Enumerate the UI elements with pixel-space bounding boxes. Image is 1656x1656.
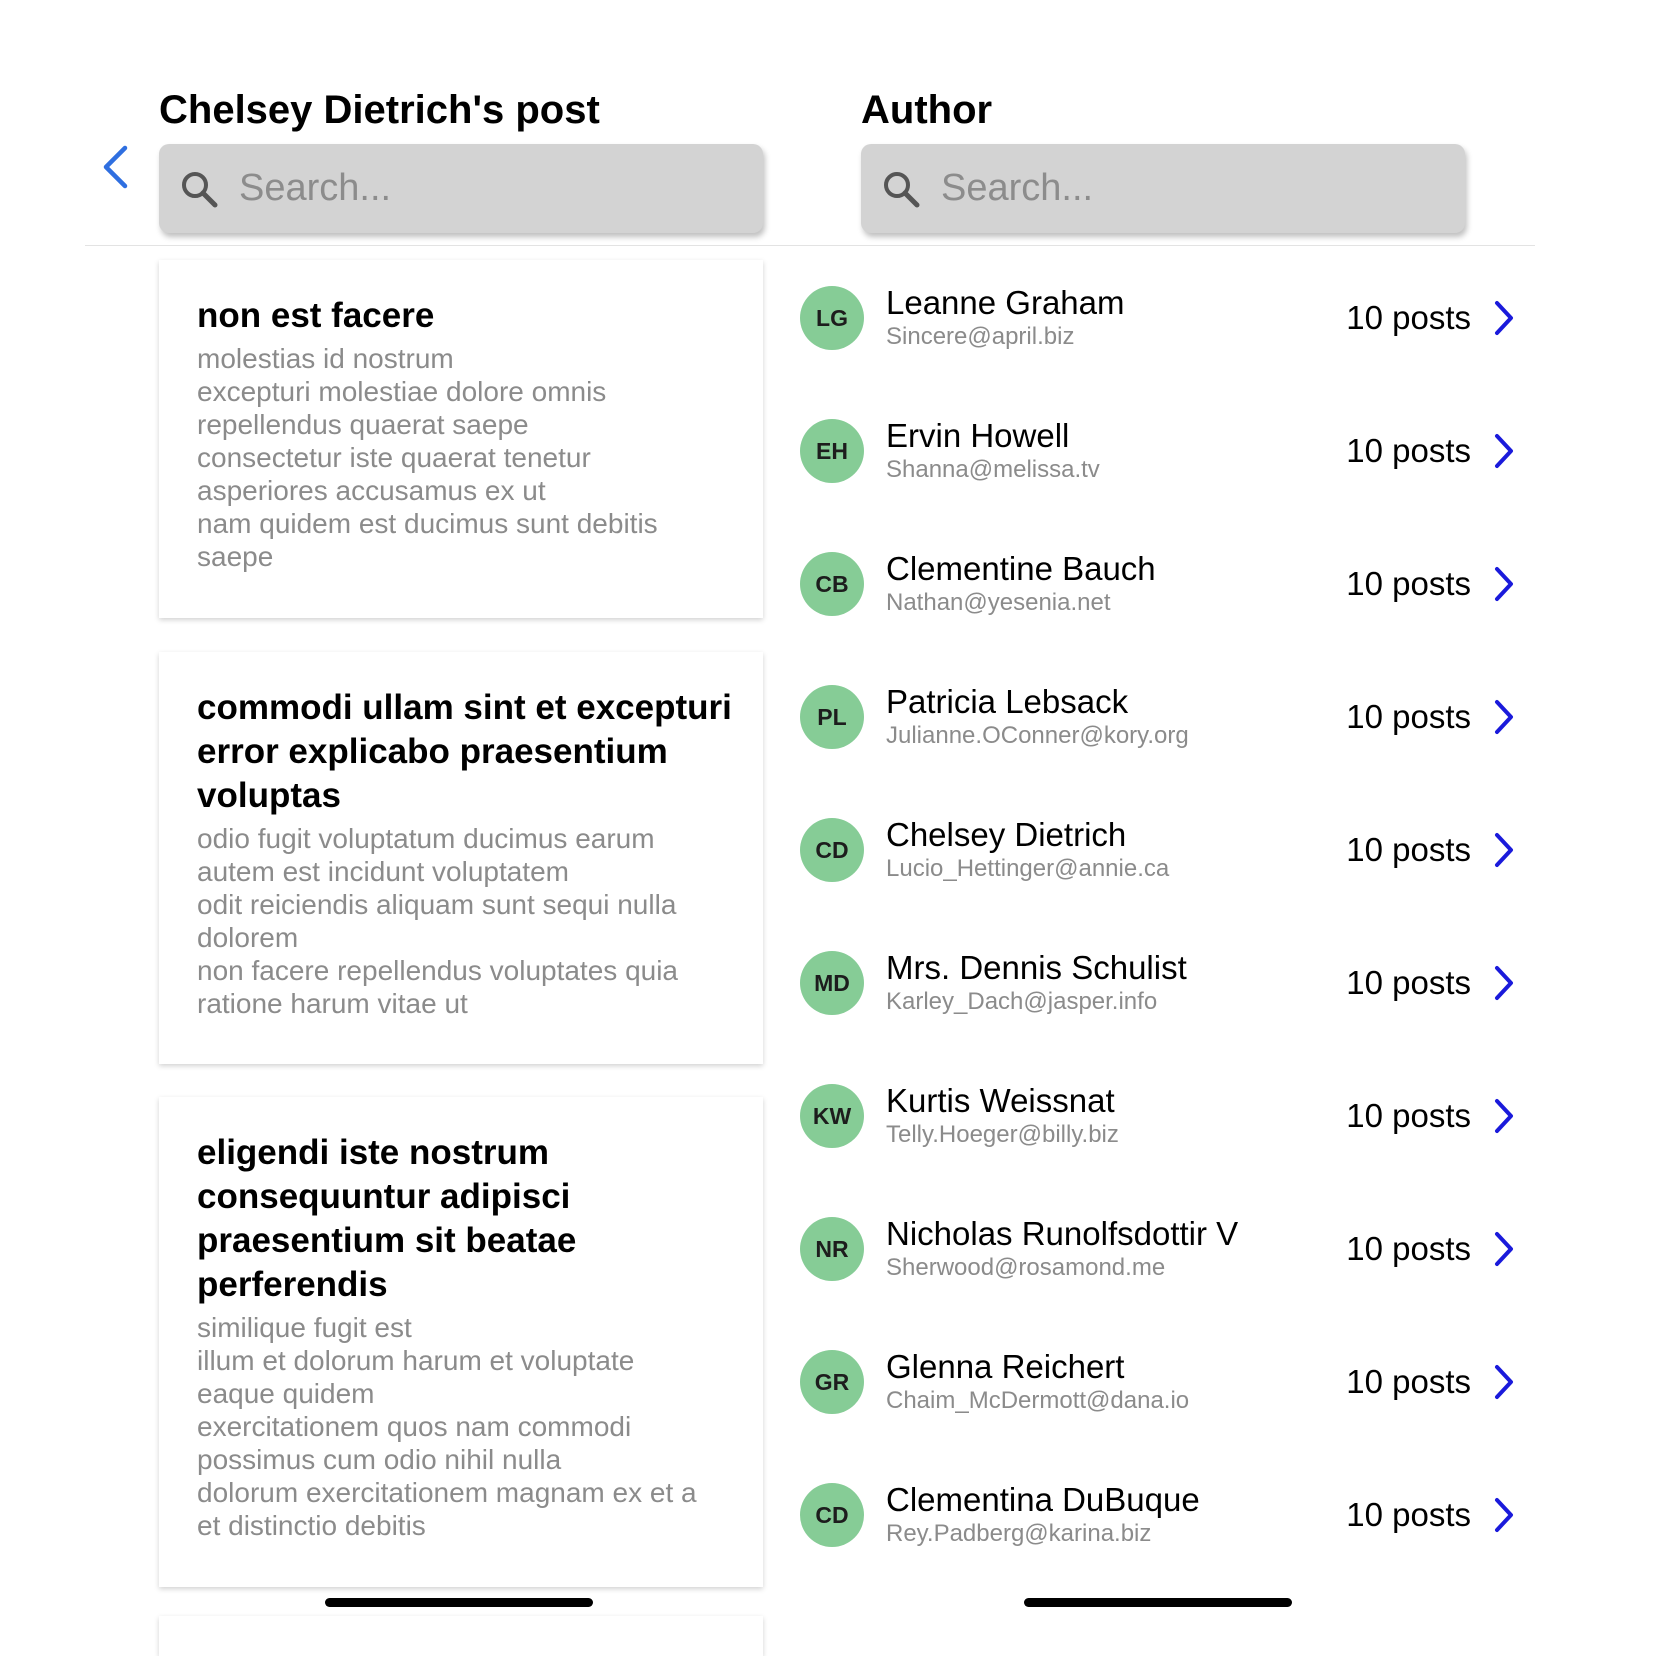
post-count: 10 posts — [1346, 1097, 1471, 1134]
post-card-partial[interactable] — [159, 1616, 763, 1656]
author-row[interactable]: EH Ervin Howell Shanna@melissa.tv 10 pos… — [800, 401, 1535, 501]
chevron-right-icon — [1491, 1362, 1517, 1402]
header-divider — [85, 245, 1535, 246]
author-row[interactable]: LG Leanne Graham Sincere@april.biz 10 po… — [800, 268, 1535, 368]
author-name: Patricia Lebsack — [886, 683, 1129, 720]
author-name: Ervin Howell — [886, 417, 1070, 454]
chevron-right-icon — [1491, 298, 1517, 338]
post-count: 10 posts — [1346, 565, 1471, 602]
authors-search-bar[interactable] — [861, 144, 1465, 233]
post-count: 10 posts — [1346, 964, 1471, 1001]
post-body: odio fugit voluptatum ducimus earum aute… — [197, 823, 679, 1019]
author-name: Clementina DuBuque — [886, 1481, 1200, 1518]
author-row[interactable]: CD Chelsey Dietrich Lucio_Hettinger@anni… — [800, 800, 1535, 900]
author-row[interactable]: GR Glenna Reichert Chaim_McDermott@dana.… — [800, 1332, 1535, 1432]
author-email: Shanna@melissa.tv — [886, 456, 1100, 483]
post-count: 10 posts — [1346, 1230, 1471, 1267]
posts-column-title: Chelsey Dietrich's post — [159, 88, 600, 132]
posts-search-bar[interactable] — [159, 144, 763, 233]
back-button[interactable] — [95, 142, 135, 192]
avatar: LG — [800, 286, 864, 350]
avatar: NR — [800, 1217, 864, 1281]
author-email: Karley_Dach@jasper.info — [886, 988, 1158, 1015]
search-icon — [177, 167, 221, 211]
avatar: GR — [800, 1350, 864, 1414]
post-count: 10 posts — [1346, 1496, 1471, 1533]
chevron-right-icon — [1491, 1495, 1517, 1535]
author-email: Chaim_McDermott@dana.io — [886, 1387, 1190, 1414]
author-name: Mrs. Dennis Schulist — [886, 949, 1187, 986]
author-row[interactable]: CB Clementine Bauch Nathan@yesenia.net 1… — [800, 534, 1535, 634]
posts-search-input[interactable] — [237, 166, 721, 211]
chevron-right-icon — [1491, 963, 1517, 1003]
post-body: similique fugit est illum et dolorum har… — [197, 1312, 697, 1541]
chevron-right-icon — [1491, 1229, 1517, 1269]
post-count: 10 posts — [1346, 432, 1471, 469]
home-indicator — [325, 1598, 593, 1607]
chevron-right-icon — [1491, 431, 1517, 471]
chevron-left-icon — [103, 145, 128, 189]
avatar: EH — [800, 419, 864, 483]
post-count: 10 posts — [1346, 831, 1471, 868]
post-title: commodi ullam sint et excepturi error ex… — [197, 688, 732, 815]
author-email: Sherwood@rosamond.me — [886, 1254, 1166, 1281]
author-row[interactable]: NR Nicholas Runolfsdottir V Sherwood@ros… — [800, 1199, 1535, 1299]
authors-column-title: Author — [861, 88, 993, 132]
author-row[interactable]: KW Kurtis Weissnat Telly.Hoeger@billy.bi… — [800, 1066, 1535, 1166]
post-body: molestias id nostrum excepturi molestiae… — [197, 343, 658, 572]
search-icon — [879, 167, 923, 211]
avatar: CB — [800, 552, 864, 616]
author-name: Chelsey Dietrich — [886, 816, 1127, 853]
author-row[interactable]: PL Patricia Lebsack Julianne.OConner@kor… — [800, 667, 1535, 767]
avatar: CD — [800, 818, 864, 882]
author-name: Clementine Bauch — [886, 550, 1156, 587]
author-row[interactable]: MD Mrs. Dennis Schulist Karley_Dach@jasp… — [800, 933, 1535, 1033]
avatar: PL — [800, 685, 864, 749]
post-card[interactable]: non est facere molestias id nostrum exce… — [159, 260, 763, 618]
avatar: KW — [800, 1084, 864, 1148]
post-count: 10 posts — [1346, 698, 1471, 735]
home-indicator — [1024, 1598, 1292, 1607]
chevron-right-icon — [1491, 1096, 1517, 1136]
post-count: 10 posts — [1346, 299, 1471, 336]
author-name: Leanne Graham — [886, 284, 1125, 321]
author-email: Lucio_Hettinger@annie.ca — [886, 855, 1170, 882]
author-row[interactable]: CD Clementina DuBuque Rey.Padberg@karina… — [800, 1465, 1535, 1565]
author-email: Sincere@april.biz — [886, 323, 1075, 350]
post-title: non est facere — [197, 296, 435, 335]
author-email: Nathan@yesenia.net — [886, 589, 1111, 616]
author-email: Julianne.OConner@kory.org — [886, 722, 1189, 749]
author-name: Nicholas Runolfsdottir V — [886, 1215, 1239, 1252]
chevron-right-icon — [1491, 564, 1517, 604]
author-email: Telly.Hoeger@billy.biz — [886, 1121, 1119, 1148]
author-name: Kurtis Weissnat — [886, 1082, 1115, 1119]
avatar: MD — [800, 951, 864, 1015]
chevron-right-icon — [1491, 830, 1517, 870]
authors-search-input[interactable] — [939, 166, 1423, 211]
post-title: eligendi iste nostrum consequuntur adipi… — [197, 1133, 577, 1304]
post-card[interactable]: commodi ullam sint et excepturi error ex… — [159, 652, 763, 1064]
avatar: CD — [800, 1483, 864, 1547]
author-name: Glenna Reichert — [886, 1348, 1125, 1385]
post-card[interactable]: eligendi iste nostrum consequuntur adipi… — [159, 1097, 763, 1587]
chevron-right-icon — [1491, 697, 1517, 737]
post-count: 10 posts — [1346, 1363, 1471, 1400]
author-email: Rey.Padberg@karina.biz — [886, 1520, 1152, 1547]
